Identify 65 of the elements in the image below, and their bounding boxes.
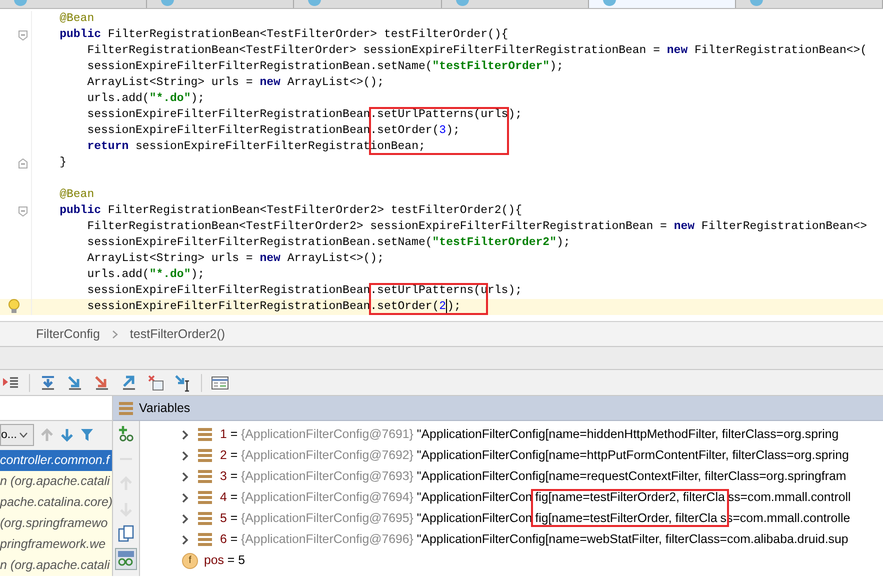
force-step-into-icon[interactable] [93,374,111,392]
code-line: @Bean [58,11,94,27]
code-line: ArrayList<String> urls = new ArrayList<>(); [86,251,384,267]
stack-frame[interactable]: pringframework.we [0,534,112,555]
code-line: sessionExpireFilterFilterRegistrationBean.setUrlPatterns(urls); [86,107,522,123]
code-line: public FilterRegistrationBean<TestFilterOrder2> testFilterOrder2(){ [58,203,522,219]
field-icon: f [182,552,198,568]
chevron-right-icon[interactable] [180,534,190,544]
code-line: sessionExpireFilterFilterRegistrationBean.setName("testFilterOrder2"); [86,235,570,251]
chevron-right-icon[interactable] [180,450,190,460]
code-line: urls.add("*.do"); [86,267,205,283]
chevron-right-icon [112,330,118,338]
run-to-cursor-icon[interactable] [174,374,192,392]
code-line: ArrayList<String> urls = new ArrayList<>(); [86,75,384,91]
stack-frame[interactable]: (org.springframewo [0,513,112,534]
step-out-icon[interactable] [120,374,138,392]
chevron-down-icon [18,432,28,438]
chevron-right-icon[interactable] [180,430,190,440]
code-line: } [58,155,67,171]
fold-marker-icon[interactable] [18,30,28,41]
step-into-icon[interactable] [66,374,84,392]
evaluate-icon[interactable] [211,374,229,392]
variable-entry[interactable]: pos = 5 [204,551,245,570]
breadcrumb[interactable]: testFilterOrder2() [130,324,226,344]
stack-frame[interactable]: n (org.apache.catali [0,471,112,492]
step-over-icon[interactable] [39,374,57,392]
variables-icon [119,402,133,414]
stack-frame[interactable]: controller.common.f [0,450,112,471]
variable-entry[interactable]: 2 = {ApplicationFilterConfig@7692} "ApplicationFilterConfig[name=httpPutFormContentFilter, filterClass=org.spring [220,446,849,465]
drop-frame-icon[interactable] [147,374,165,392]
fold-marker-icon[interactable] [18,206,28,217]
code-line: sessionExpireFilterFilterRegistrationBean.setName("testFilterOrder"); [86,59,564,75]
variable-entry[interactable]: 3 = {ApplicationFilterConfig@7693} "ApplicationFilterConfig[name=requestContextFilter, filterClass=org.springfram [220,467,846,486]
variable-entry[interactable]: 4 = {ApplicationFilterConfig@7694} "ApplicationFilterCon fig[name=testFilterOrder2, filterCla ss=com.mmall.controll [220,488,851,507]
list-icon [198,470,212,483]
code-line: public FilterRegistrationBean<TestFilterOrder> testFilterOrder(){ [58,27,508,43]
breadcrumb[interactable]: FilterConfig [36,324,100,344]
panel-title: Variables [139,400,190,417]
code-line: FilterRegistrationBean<TestFilterOrder2> sessionExpireFilterFilterRegistrationBean = new FilterRegistrationBean<> [86,219,868,235]
watches-icon[interactable] [115,548,137,570]
code-line: sessionExpireFilterFilterRegistrationBean.setUrlPatterns(u rls); [86,283,522,299]
thread-dropdown[interactable]: o... [0,424,34,446]
code-line: sessionExpireFilterFilterRegistrationBean.setOrder(2); [86,299,461,315]
code-line: @Bean [58,187,94,203]
lightbulb-icon [8,299,20,314]
stack-frame[interactable]: n (org.apache.catali [0,555,112,576]
filter-icon[interactable] [80,428,94,442]
chevron-right-icon[interactable] [180,514,190,524]
variable-entry[interactable]: 1 = {ApplicationFilterConfig@7691} "ApplicationFilterConfig[name=hiddenHttpMethodFilter, filterClass=org.spring [220,425,839,444]
chevron-right-icon[interactable] [180,472,190,482]
code-line: urls.add("*.do"); [86,91,205,107]
chevron-right-icon[interactable] [180,492,190,502]
list-icon [198,449,212,462]
stack-frame[interactable]: pache.catalina.core) [0,492,112,513]
list-icon [198,533,212,546]
list-icon [198,491,212,504]
variable-entry[interactable]: 6 = {ApplicationFilterConfig@7696} "ApplicationFilterConfig[name=webStatFilter, filterClass=com.alibaba.druid.sup [220,530,848,549]
fold-marker-icon[interactable] [18,158,28,169]
code-line: FilterRegistrationBean<TestFilterOrder> sessionExpireFilterFilterRegistrationBean = new FilterRegistrationBean<>( [86,43,868,59]
list-icon [198,428,212,441]
arrow-down-icon[interactable] [60,428,74,442]
editor-tab[interactable] [588,0,736,8]
code-line: sessionExpireFilterFilterRegistrationBean.setOrder(3); [86,123,460,139]
list-icon [198,512,212,525]
code-line: return sessionExpireFilterFilterRegistrationBean; [86,139,426,155]
